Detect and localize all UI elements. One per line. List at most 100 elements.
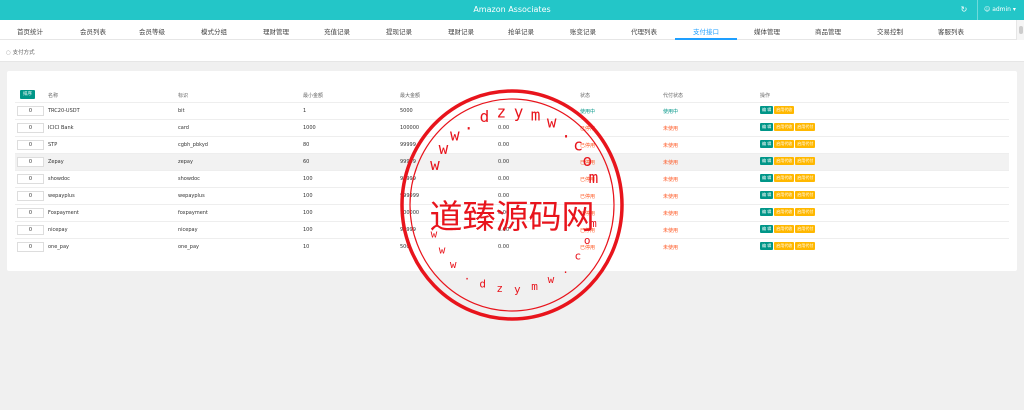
cell-fee: 0.00 bbox=[498, 210, 510, 216]
cell-name: TRC20-USDT bbox=[48, 108, 80, 114]
edit-button[interactable]: 编 辑 bbox=[760, 191, 774, 199]
edit-button[interactable]: 编 辑 bbox=[760, 208, 774, 216]
sort-input[interactable]: 0 bbox=[17, 191, 44, 201]
watermark-ring-char: w bbox=[548, 273, 555, 286]
tab-6[interactable]: 提现记录 bbox=[386, 26, 412, 36]
toggle-collect-button[interactable]: 启用代收 bbox=[774, 123, 795, 131]
cell-max: 99999 bbox=[400, 142, 416, 148]
edit-button[interactable]: 编 辑 bbox=[760, 225, 774, 233]
sort-input[interactable]: 0 bbox=[17, 157, 44, 167]
tab-7[interactable]: 理财记录 bbox=[448, 26, 474, 36]
cell-fee: 0.00 bbox=[498, 176, 510, 182]
cell-fee: 0.00 bbox=[498, 193, 510, 199]
row-actions: 编 辑启用代收 bbox=[760, 106, 795, 115]
breadcrumb-item[interactable]: 支付方式 bbox=[6, 48, 35, 56]
toggle-payout-button[interactable]: 启用代付 bbox=[795, 225, 816, 233]
header-max: 最大金额 bbox=[400, 93, 421, 99]
cell-code: card bbox=[178, 125, 189, 131]
cell-status: 已停用 bbox=[580, 245, 596, 251]
edit-button[interactable]: 编 辑 bbox=[760, 157, 774, 165]
cell-min: 80 bbox=[303, 142, 310, 148]
nav-tabs: 首页统计 会员列表 会员等级 模式分组 理财管理 充值记录 提现记录 理财记录 抢单记录 账变记录… bbox=[0, 20, 1024, 40]
header-min: 最小金额 bbox=[303, 93, 324, 99]
cell-status: 已停用 bbox=[580, 194, 596, 200]
tab-4[interactable]: 理财管理 bbox=[263, 26, 289, 36]
cell-name: showdoc bbox=[48, 176, 70, 182]
cell-max: 100000 bbox=[400, 125, 420, 131]
tab-1[interactable]: 会员列表 bbox=[80, 26, 106, 36]
cell-fee: 0.00 bbox=[498, 142, 510, 148]
sort-input[interactable]: 0 bbox=[17, 140, 44, 150]
edit-button[interactable]: 编 辑 bbox=[760, 242, 774, 250]
row-actions: 编 辑启用代收 启用代付 bbox=[760, 191, 816, 200]
tab-13[interactable]: 商品管理 bbox=[815, 26, 841, 36]
toggle-collect-button[interactable]: 启用代收 bbox=[774, 174, 795, 182]
toggle-collect-button[interactable]: 启用代收 bbox=[774, 106, 795, 114]
toggle-collect-button[interactable]: 启用代收 bbox=[774, 140, 795, 148]
tab-5[interactable]: 充值记录 bbox=[324, 26, 350, 36]
row-actions: 编 辑启用代收 启用代付 bbox=[760, 208, 816, 217]
user-name: admin bbox=[992, 6, 1011, 13]
toggle-payout-button[interactable]: 启用代付 bbox=[795, 242, 816, 250]
tab-8[interactable]: 抢单记录 bbox=[508, 26, 534, 36]
sort-button[interactable]: 排序 bbox=[20, 90, 35, 99]
cell-code: one_pay bbox=[178, 244, 200, 250]
toggle-collect-button[interactable]: 启用代收 bbox=[774, 225, 795, 233]
sort-input[interactable]: 0 bbox=[17, 106, 44, 116]
sort-input[interactable]: 0 bbox=[17, 225, 44, 235]
edit-button[interactable]: 编 辑 bbox=[760, 140, 774, 148]
tab-3[interactable]: 模式分组 bbox=[201, 26, 227, 36]
cell-pay-status: 未使用 bbox=[663, 126, 679, 132]
sort-input[interactable]: 0 bbox=[17, 242, 44, 252]
app-title: Amazon Associates bbox=[473, 5, 551, 14]
toggle-collect-button[interactable]: 启用代收 bbox=[774, 242, 795, 250]
toggle-payout-button[interactable]: 启用代付 bbox=[795, 140, 816, 148]
toggle-collect-button[interactable]: 启用代收 bbox=[774, 157, 795, 165]
table-row: 0 one_pay one_pay 10 500 0.00 已停用 未使用 编 辑启用代收 启用代… bbox=[15, 238, 1009, 255]
tab-12[interactable]: 媒体管理 bbox=[754, 26, 780, 36]
watermark-ring-char: y bbox=[514, 283, 521, 296]
table-row: 0 STP cgbh_pbkyd 80 99999 0.00 已停用 未使用 编 辑启用代收 启用… bbox=[15, 136, 1009, 153]
toggle-collect-button[interactable]: 启用代收 bbox=[774, 191, 795, 199]
cell-max: 99999 bbox=[400, 227, 416, 233]
cell-fee: 0.00 bbox=[498, 227, 510, 233]
toggle-payout-button[interactable]: 启用代付 bbox=[795, 123, 816, 131]
edit-button[interactable]: 编 辑 bbox=[760, 106, 774, 114]
row-actions: 编 辑启用代收 启用代付 bbox=[760, 157, 816, 166]
cell-code: bit bbox=[178, 108, 185, 114]
tab-10[interactable]: 代理列表 bbox=[631, 26, 657, 36]
toggle-payout-button[interactable]: 启用代付 bbox=[795, 208, 816, 216]
refresh-icon[interactable]: ↻ bbox=[957, 0, 971, 20]
cell-fee: 0.00 bbox=[498, 159, 510, 165]
row-actions: 编 辑启用代收 启用代付 bbox=[760, 174, 816, 183]
cell-name: wepayplus bbox=[48, 193, 75, 199]
row-actions: 编 辑启用代收 启用代付 bbox=[760, 242, 816, 251]
toggle-payout-button[interactable]: 启用代付 bbox=[795, 157, 816, 165]
table-row: 0 ICICI Bank card 1000 100000 0.00 已停用 未使用编 辑启用… bbox=[15, 119, 1009, 136]
edit-button[interactable]: 编 辑 bbox=[760, 123, 774, 131]
user-menu[interactable]: ☺ admin ▾ bbox=[984, 6, 1016, 13]
toggle-collect-button[interactable]: 启用代收 bbox=[774, 208, 795, 216]
tab-15[interactable]: 客服列表 bbox=[938, 26, 964, 36]
cell-pay-status: 使用中 bbox=[663, 109, 679, 115]
cell-min: 100 bbox=[303, 176, 313, 182]
table-row: 0 Zepay zepay 60 99999 0.00 已停用 未使用 编 辑启用代收 启用代付 bbox=[15, 153, 1009, 170]
cell-pay-status: 未使用 bbox=[663, 160, 679, 166]
sort-input[interactable]: 0 bbox=[17, 123, 44, 133]
header-ops: 操作 bbox=[760, 93, 771, 99]
cell-fee: 0.00 bbox=[498, 125, 510, 131]
toggle-payout-button[interactable]: 启用代付 bbox=[795, 174, 816, 182]
cell-pay-status: 未使用 bbox=[663, 143, 679, 149]
header-pay-status: 代付状态 bbox=[663, 93, 684, 99]
tab-2[interactable]: 会员等级 bbox=[139, 26, 165, 36]
tab-11[interactable]: 支付接口 bbox=[693, 26, 719, 36]
tabs-scrollbar[interactable] bbox=[1016, 20, 1024, 40]
sort-input[interactable]: 0 bbox=[17, 208, 44, 218]
topbar-divider bbox=[977, 0, 978, 20]
tab-9[interactable]: 账变记录 bbox=[570, 26, 596, 36]
edit-button[interactable]: 编 辑 bbox=[760, 174, 774, 182]
sort-input[interactable]: 0 bbox=[17, 174, 44, 184]
toggle-payout-button[interactable]: 启用代付 bbox=[795, 191, 816, 199]
tab-0[interactable]: 首页统计 bbox=[17, 26, 43, 36]
tab-14[interactable]: 交易控制 bbox=[877, 26, 903, 36]
